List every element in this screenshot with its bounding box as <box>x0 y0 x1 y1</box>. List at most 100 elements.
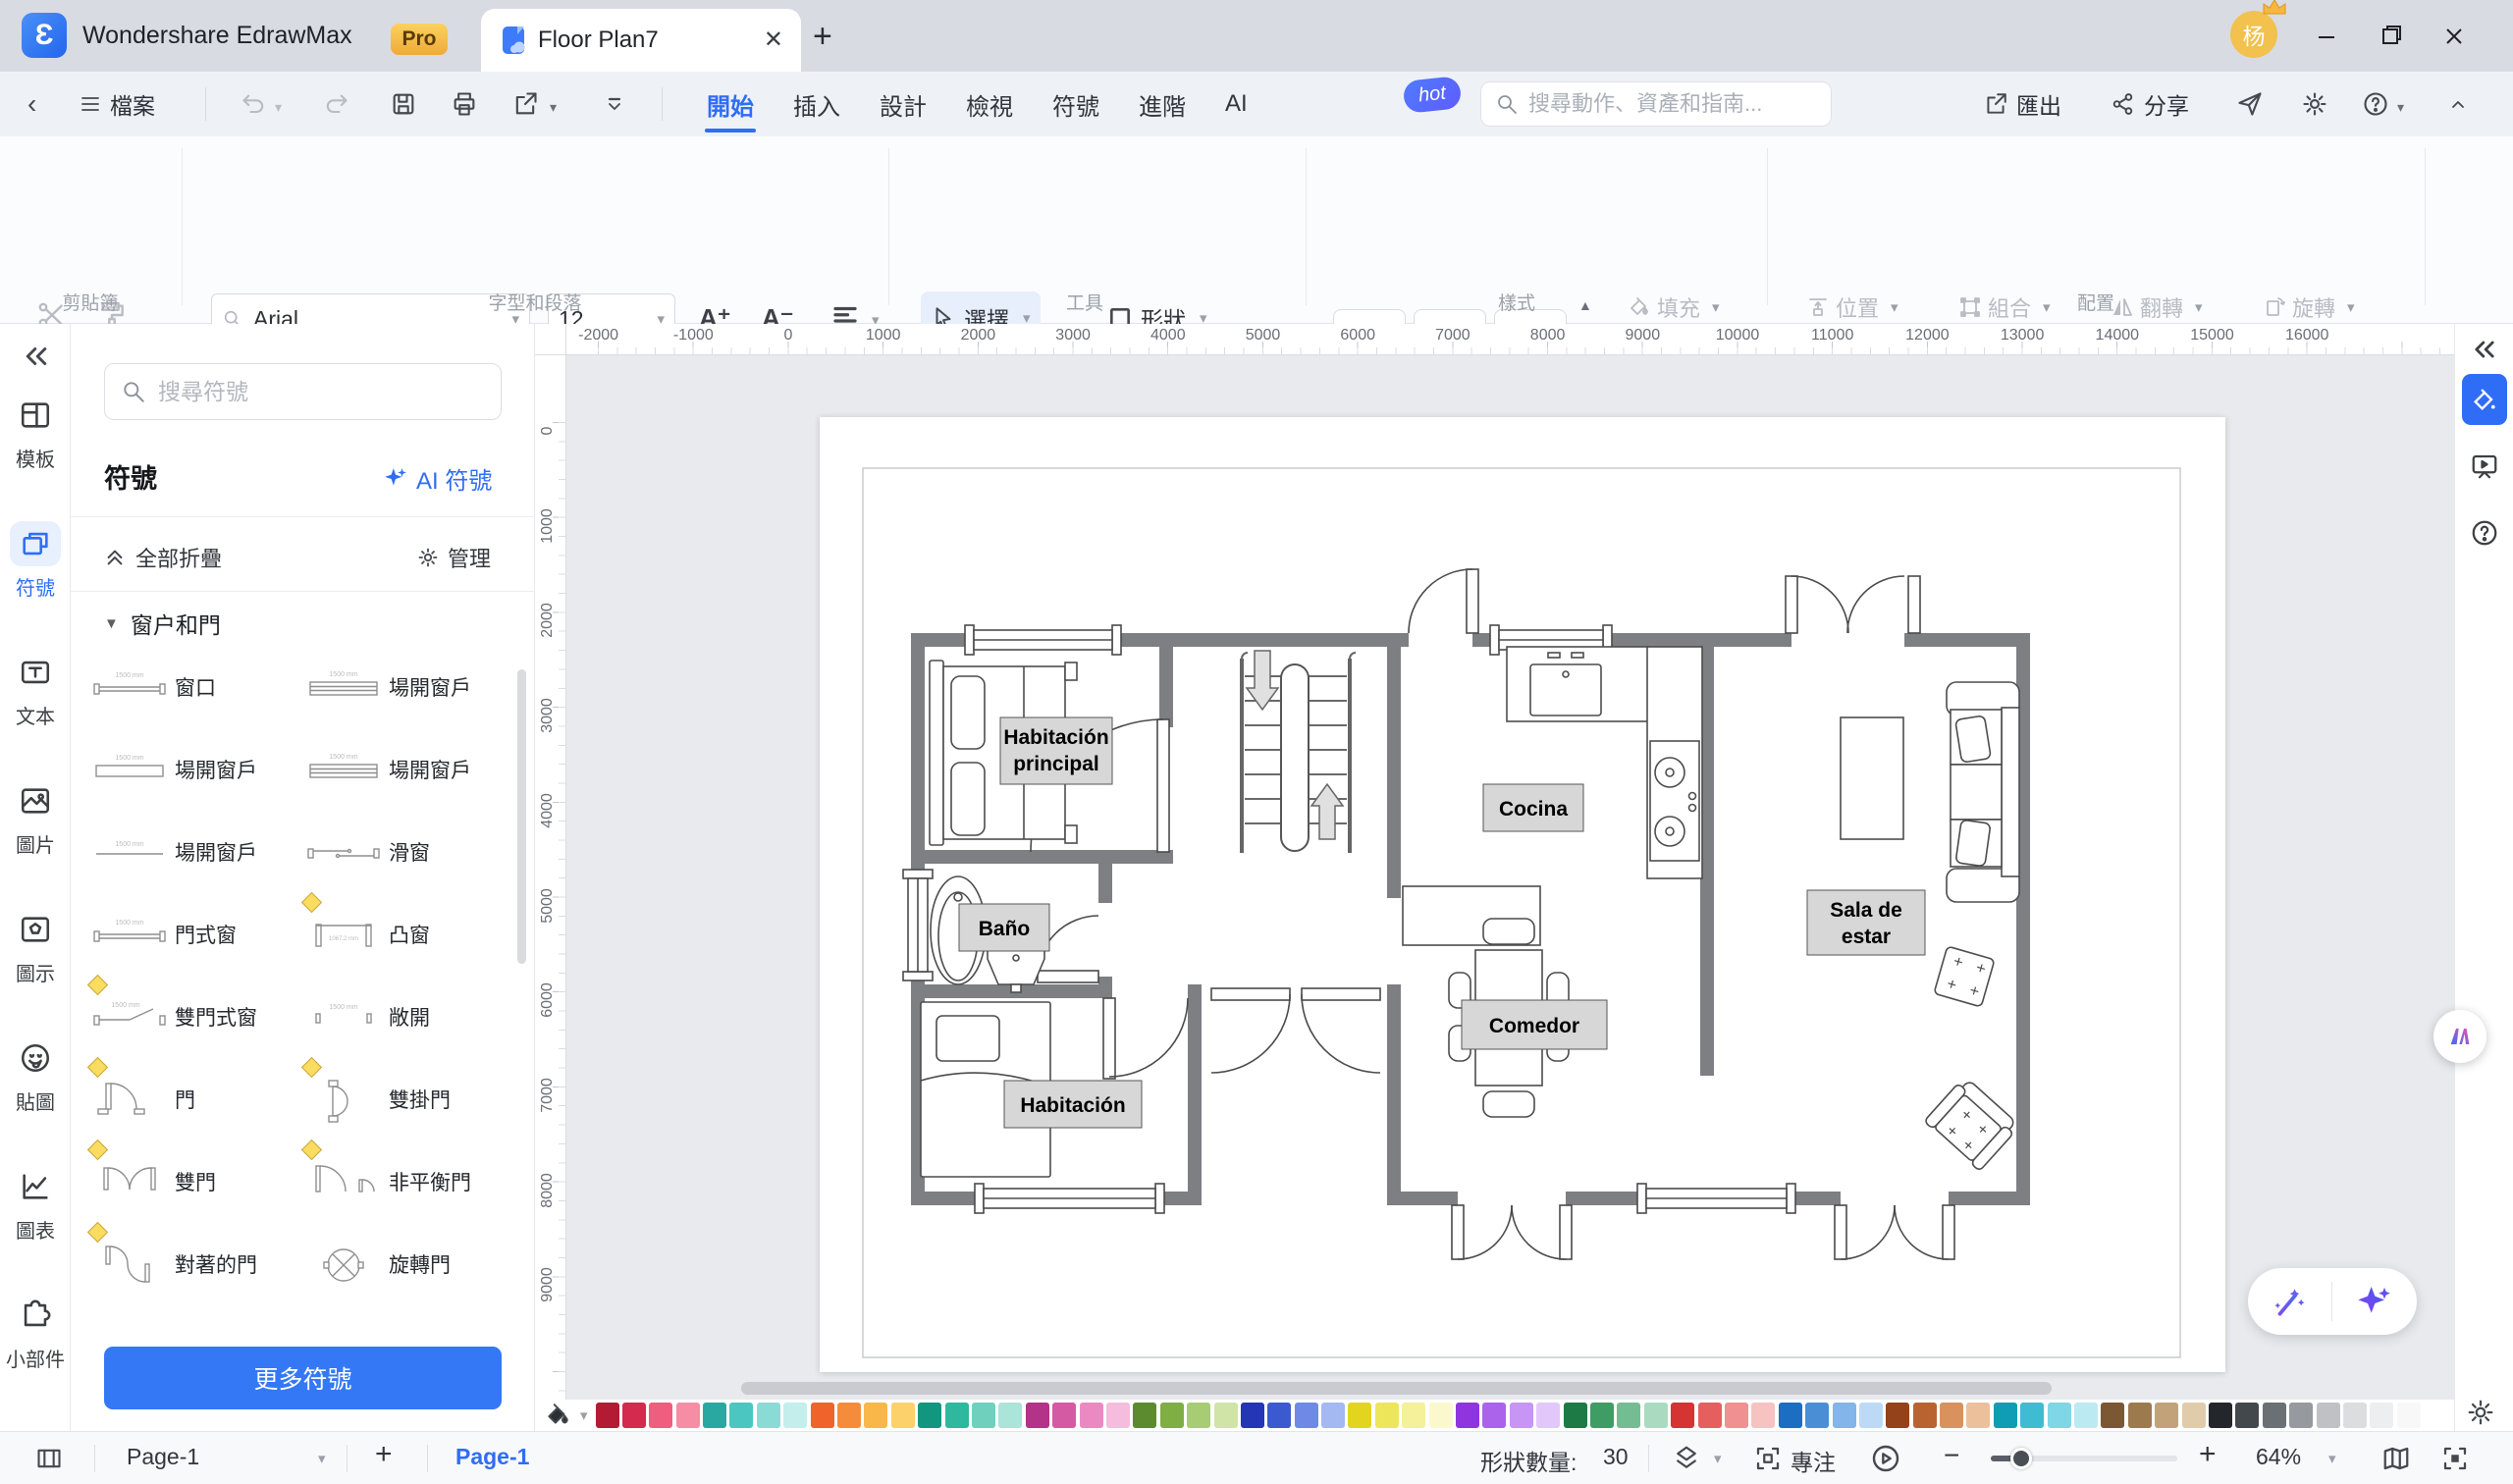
color-swatch[interactable] <box>1833 1403 1856 1428</box>
canvas-area[interactable]: -2000-1000010002000300040005000600070008… <box>535 324 2454 1431</box>
color-swatch[interactable] <box>2020 1403 2044 1428</box>
color-swatch[interactable] <box>703 1403 726 1428</box>
sidebar-item-5[interactable]: 圖示 <box>0 907 71 986</box>
print-icon[interactable] <box>451 90 478 118</box>
action-search-input[interactable] <box>1528 91 1813 117</box>
navigator-map-icon[interactable] <box>2381 1444 2411 1473</box>
help-panel-icon[interactable] <box>2455 518 2513 548</box>
color-swatch[interactable] <box>998 1403 1022 1428</box>
color-swatch[interactable] <box>2128 1403 2152 1428</box>
color-swatch[interactable] <box>2209 1403 2232 1428</box>
symbol-item-3[interactable]: 1500 mm場開窗戶 <box>84 728 298 811</box>
color-swatch[interactable] <box>1994 1403 2017 1428</box>
focus-label[interactable]: 專注 <box>1791 1444 1836 1477</box>
minimize-button[interactable] <box>2312 22 2341 51</box>
menu-tab-1[interactable]: 開始 <box>699 72 762 136</box>
redo-icon[interactable] <box>322 91 349 119</box>
color-swatch[interactable] <box>1966 1403 1990 1428</box>
page-select[interactable]: Page-1 <box>127 1444 199 1470</box>
help-caret-icon[interactable]: ▾ <box>2397 99 2404 116</box>
color-swatch[interactable] <box>1133 1403 1156 1428</box>
menu-tab-3[interactable]: 設計 <box>872 72 935 136</box>
menu-tab-5[interactable]: 符號 <box>1044 72 1107 136</box>
collapse-all-button[interactable]: 全部折疊 <box>104 542 222 573</box>
symbol-item-16[interactable]: 旋轉門 <box>298 1223 512 1305</box>
menu-tab-6[interactable]: 進階 <box>1131 72 1194 136</box>
color-swatch[interactable] <box>1698 1403 1722 1428</box>
symbol-item-10[interactable]: 1500 mm敞開 <box>298 976 512 1058</box>
collapse-right-panel-icon[interactable] <box>2455 336 2513 363</box>
color-swatch[interactable] <box>1214 1403 1238 1428</box>
color-swatch[interactable] <box>783 1403 807 1428</box>
color-swatch[interactable] <box>1402 1403 1425 1428</box>
assistant-logo[interactable] <box>2433 1010 2486 1063</box>
color-swatch[interactable] <box>1859 1403 1883 1428</box>
color-swatch[interactable] <box>1564 1403 1587 1428</box>
share-caret-icon[interactable]: ▾ <box>550 99 557 116</box>
color-swatch[interactable] <box>1321 1403 1345 1428</box>
color-swatch[interactable] <box>2182 1403 2206 1428</box>
ai-symbols-button[interactable]: AI 符號 <box>383 461 492 496</box>
symbol-item-7[interactable]: 1500 mm門式窗 <box>84 893 298 976</box>
file-menu[interactable]: 檔案 <box>79 72 155 136</box>
color-swatch[interactable] <box>1913 1403 1937 1428</box>
magic-wand-icon[interactable] <box>2271 1283 2308 1320</box>
horizontal-scrollbar[interactable] <box>741 1382 2052 1395</box>
zoom-caret-icon[interactable]: ▾ <box>2328 1450 2336 1467</box>
color-swatch[interactable] <box>2155 1403 2178 1428</box>
fill-color-icon[interactable] <box>545 1403 570 1428</box>
color-swatch[interactable] <box>1160 1403 1184 1428</box>
color-swatch[interactable] <box>1671 1403 1694 1428</box>
color-swatch[interactable] <box>1187 1403 1210 1428</box>
color-swatch[interactable] <box>864 1403 887 1428</box>
color-swatch[interactable] <box>1456 1403 1479 1428</box>
page-panel-icon[interactable] <box>35 1445 63 1472</box>
color-swatch[interactable] <box>1725 1403 1748 1428</box>
fill-button[interactable]: 填充▾ <box>1628 292 1720 323</box>
color-swatch[interactable] <box>1375 1403 1399 1428</box>
add-page-button[interactable]: + <box>375 1438 393 1471</box>
color-swatch[interactable] <box>972 1403 995 1428</box>
color-swatch[interactable] <box>1644 1403 1668 1428</box>
undo-caret-icon[interactable]: ▾ <box>275 99 282 116</box>
color-swatch[interactable] <box>1940 1403 1963 1428</box>
collapse-toolbar-icon[interactable] <box>603 93 626 117</box>
color-swatch[interactable] <box>1267 1403 1291 1428</box>
collapse-ribbon-icon[interactable] <box>2446 93 2470 117</box>
color-swatch[interactable] <box>1052 1403 1076 1428</box>
share-button[interactable]: 分享 <box>2111 87 2189 121</box>
symbol-item-2[interactable]: 1500 mm場開窗戶 <box>298 646 512 728</box>
symbol-item-5[interactable]: 1500 mm場開窗戶 <box>84 811 298 893</box>
document-tab[interactable]: Floor Plan7 ✕ <box>481 9 801 72</box>
back-button[interactable]: ‹ <box>27 72 36 136</box>
zoom-out-button[interactable]: − <box>1944 1440 1959 1471</box>
color-swatch[interactable] <box>2235 1403 2259 1428</box>
symbol-search[interactable] <box>104 363 502 420</box>
color-swatch[interactable] <box>918 1403 941 1428</box>
color-swatch[interactable] <box>1429 1403 1453 1428</box>
page-tab-active[interactable]: Page-1 <box>455 1444 529 1470</box>
color-swatch[interactable] <box>2101 1403 2124 1428</box>
style-panel-button[interactable] <box>2462 374 2507 425</box>
rotate-button[interactable]: 旋轉▾ <box>2263 292 2355 323</box>
symbol-item-4[interactable]: 1500 mm場開窗戶 <box>298 728 512 811</box>
close-tab-icon[interactable]: ✕ <box>764 26 783 54</box>
presentation-icon[interactable] <box>2455 451 2513 481</box>
color-swatch[interactable] <box>2048 1403 2071 1428</box>
color-swatch[interactable] <box>2289 1403 2313 1428</box>
symbol-item-8[interactable]: 1067.2 mm凸窗 <box>298 893 512 976</box>
color-swatch[interactable] <box>1536 1403 1560 1428</box>
color-swatch[interactable] <box>1510 1403 1533 1428</box>
color-swatch[interactable] <box>1805 1403 1829 1428</box>
symbol-item-9[interactable]: 1500 mm雙門式窗 <box>84 976 298 1058</box>
color-swatch[interactable] <box>1886 1403 1909 1428</box>
color-swatch[interactable] <box>1241 1403 1264 1428</box>
color-swatch[interactable] <box>622 1403 646 1428</box>
color-swatch[interactable] <box>596 1403 619 1428</box>
fit-to-screen-icon[interactable] <box>2440 1444 2470 1473</box>
color-swatch[interactable] <box>2263 1403 2286 1428</box>
zoom-slider[interactable] <box>1991 1456 2177 1461</box>
symbol-item-12[interactable]: 雙掛門 <box>298 1058 512 1140</box>
manage-button[interactable]: 管理 <box>416 542 491 573</box>
sidebar-item-6[interactable]: 貼圖 <box>0 1035 71 1115</box>
